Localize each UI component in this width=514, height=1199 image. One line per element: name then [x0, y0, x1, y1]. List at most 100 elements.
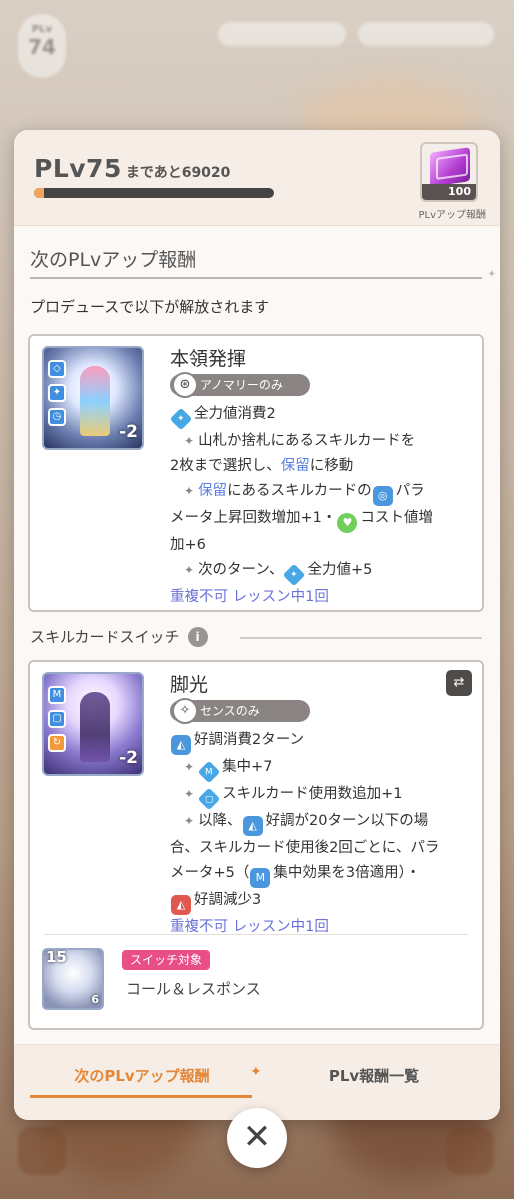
plan-tag-label: センスのみ: [200, 704, 260, 718]
effect-line: メータ+5（ M 集中効果を3倍適用）・: [170, 861, 472, 888]
gem-icon: [430, 147, 470, 187]
effect-line: ✦ 次のターン、 ✦ 全力値+5: [170, 558, 472, 587]
unlock-description: プロデュースで以下が解放されます: [30, 298, 270, 316]
menu-button-ghost: [18, 1127, 66, 1175]
idol-figure: [80, 366, 110, 436]
dialog-header: PLv75 まであと69020 100 PLvアップ報酬: [14, 130, 500, 226]
effect-line: メータ上昇回数増加+1・ ♥ コスト値増: [170, 506, 472, 533]
card-icon: ▢: [48, 710, 66, 728]
effect-text: メータ上昇回数増加+1・: [170, 510, 337, 526]
sparkle-icon: ✦: [184, 484, 195, 498]
effect-text: 全力値+5: [307, 562, 373, 578]
effect-text: 保留にあるスキルカードの: [198, 483, 372, 499]
effect-text: 加+6: [170, 537, 206, 553]
close-button[interactable]: ✕: [227, 1108, 287, 1168]
clock-icon: ◷: [48, 408, 66, 426]
card-cost: -2: [119, 422, 138, 442]
card-effects: ✦ 全力値消費2 ✦ 山札か捨札にあるスキルカードを 2枚まで選択し、保留に移動 ✦…: [169, 402, 472, 610]
effect-chip-icon: ◇: [48, 360, 66, 378]
tab-plv-reward-list[interactable]: PLv報酬一覧: [274, 1065, 474, 1086]
effect-text: 全力値消費2: [194, 406, 276, 422]
effect-line: 合、スキルカード使用後2回ごとに、パラ: [170, 836, 472, 861]
card-limit-note: 重複不可 レッスン中1回: [170, 589, 329, 605]
card-limit-note: 重複不可 レッスン中1回: [170, 919, 329, 935]
skill-card-art: M ▢ ↻ -2: [42, 672, 144, 776]
sparkle-icon: ✦: [184, 787, 195, 801]
card-effects: ◭ 好調消費2ターン ✦ M 集中+7 ✦ ▢ スキルカード使用数追加+1 ✦ 以降、 ◭ 好調…: [170, 728, 472, 940]
effect-line: ◭ 好調減少3: [170, 888, 472, 915]
card-divider: [44, 934, 468, 935]
sense-icon: ✧: [172, 698, 198, 724]
stamina-pill: [218, 22, 346, 46]
plan-tag: ⊛ アノマリーのみ: [170, 372, 310, 398]
switch-section-label: スキルカードスイッチ: [30, 628, 180, 646]
heart-icon: ♥: [337, 513, 358, 533]
effect-text: 2枚まで選択し、保留に移動: [170, 458, 354, 474]
good-condition-icon: ◭: [171, 735, 191, 755]
switch-section-title: スキルカードスイッチ i: [30, 626, 208, 647]
effect-text: スキルカード使用数追加+1: [222, 786, 403, 802]
anomaly-icon: ⊛: [172, 372, 198, 398]
effect-line: ✦ 以降、 ◭ 好調が20ターン以下の場: [170, 809, 472, 836]
effect-line: ✦ 山札か捨札にあるスキルカードを: [170, 429, 472, 454]
skill-card-honryou-hakki[interactable]: ◇ ✦ ◷ -2 本領発揮 ⊛ アノマリーのみ ✦ 全力値消費2 ✦ 山札か捨札にあ…: [28, 334, 484, 612]
effect-line: ✦ 全力値消費2: [169, 402, 472, 431]
card-use-icon: ▢: [197, 787, 221, 811]
plv-title: PLv75 まであと69020: [34, 154, 230, 183]
switch-target-cost: 15: [46, 948, 67, 966]
tab-next-plv-reward[interactable]: 次のPLvアップ報酬: [30, 1065, 254, 1086]
parameter-icon: ◎: [372, 486, 393, 506]
effect-text: 集中効果を3倍適用）・: [273, 865, 421, 881]
switch-target-value: 6: [91, 993, 99, 1006]
sparkle-icon: ✦: [184, 814, 195, 828]
effect-text: 集中+7: [222, 759, 273, 775]
effect-line: 加+6: [170, 533, 472, 558]
active-tab-indicator: [30, 1095, 252, 1098]
full-power-icon: ✦: [169, 407, 193, 431]
sparkle-icon: ✦: [184, 760, 195, 774]
sparkle-icon: ✦: [184, 434, 195, 448]
switch-section-divider: [240, 637, 482, 639]
effect-line: ✦ M 集中+7: [170, 755, 472, 784]
card-name: 脚光: [170, 674, 209, 696]
switch-target-badge: スイッチ対象: [122, 950, 211, 970]
effect-text: メータ+5（: [170, 865, 250, 881]
reward-label: PLvアップ報酬: [418, 210, 486, 221]
effect-line: ✦ ▢ スキルカード使用数追加+1: [170, 782, 472, 811]
effect-text: 好調消費2ターン: [194, 732, 304, 748]
switch-target-card-art[interactable]: 15 6: [42, 948, 104, 1010]
card-name: 本領発揮: [170, 348, 247, 370]
player-level-badge[interactable]: PLv 74: [18, 14, 66, 78]
info-icon[interactable]: i: [187, 626, 208, 647]
card-cost: -2: [119, 748, 138, 768]
swap-view-icon[interactable]: ⇄: [446, 670, 472, 696]
plv-reward-dialog: PLv75 まであと69020 100 PLvアップ報酬 次のPLvアップ報酬 …: [14, 130, 500, 1120]
full-power-icon: ✦: [283, 563, 306, 587]
idol-figure: [80, 692, 110, 762]
effect-line: ✦ 保留にあるスキルカードの ◎ パラ: [170, 479, 472, 506]
effect-text: 以降、: [198, 813, 242, 829]
plv-remaining-xp: まであと69020: [125, 165, 231, 181]
good-condition-red-icon: ◭: [171, 895, 191, 915]
good-condition-icon: ◭: [242, 816, 263, 836]
section-title: 次のPLvアップ報酬: [30, 249, 197, 271]
effect-text: パラ: [395, 483, 425, 499]
concentration-icon: M: [197, 760, 221, 784]
effect-text: 山札か捨札にあるスキルカードを: [198, 433, 416, 449]
card-type-chips: ◇ ✦ ◷: [48, 360, 66, 426]
reward-item[interactable]: 100: [420, 142, 478, 202]
card-type-chips: M ▢ ↻: [48, 686, 66, 752]
concentration-icon: M: [250, 868, 271, 888]
effect-line: ◭ 好調消費2ターン: [170, 728, 472, 755]
effect-line: 2枚まで選択し、保留に移動: [170, 454, 472, 479]
effect-text: 次のターン、: [198, 562, 284, 578]
switch-target-name: コール＆レスポンス: [126, 980, 261, 998]
effect-text: コスト値増: [360, 510, 433, 526]
player-level-label: PLv: [31, 24, 53, 35]
effect-text: 合、スキルカード使用後2回ごとに、パラ: [170, 840, 440, 856]
skill-card-kyakkou[interactable]: ⇄ M ▢ ↻ -2 脚光 ✧ センスのみ ◭ 好調消費2ターン ✦ M 集中+7 ✦…: [28, 660, 484, 1030]
refresh-icon: ↻: [48, 734, 66, 752]
section-divider: [30, 269, 496, 280]
sparkle-icon: ✦: [184, 563, 195, 577]
plan-tag-label: アノマリーのみ: [200, 378, 283, 392]
